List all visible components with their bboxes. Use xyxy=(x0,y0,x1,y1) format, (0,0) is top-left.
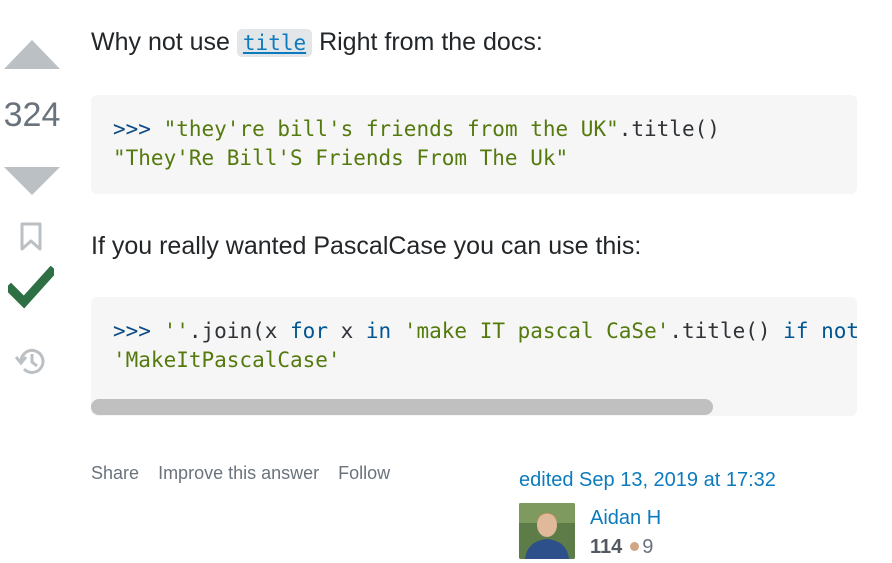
title-doc-link[interactable]: title xyxy=(236,29,313,57)
answer-paragraph-1: Why not use title Right from the docs: xyxy=(91,28,543,57)
paragraph-text: Right from the docs: xyxy=(312,28,543,56)
code-line: >>> ''.join(x for x in 'make IT pascal C… xyxy=(113,319,857,343)
code-text: .title() xyxy=(618,117,720,141)
code-block-title: >>> "they're bill's friends from the UK"… xyxy=(91,95,857,194)
user-name-link[interactable]: Aidan H xyxy=(590,507,661,530)
code-output-line: "They'Re Bill'S Friends From The Uk" xyxy=(113,146,569,170)
history-icon[interactable] xyxy=(13,343,49,379)
edited-timestamp-link[interactable]: edited Sep 13, 2019 at 17:32 xyxy=(519,469,776,492)
code-keyword: for xyxy=(290,319,328,343)
bookmark-icon[interactable] xyxy=(19,222,43,252)
code-string: 'make IT pascal CaSe' xyxy=(403,319,670,343)
avatar[interactable] xyxy=(519,503,575,559)
paragraph-text: Why not use xyxy=(91,28,237,56)
code-keyword: in xyxy=(365,319,392,343)
downvote-button[interactable] xyxy=(4,167,60,195)
vote-count: 324 xyxy=(3,96,61,134)
follow-link[interactable]: Follow xyxy=(338,463,390,483)
bronze-badge-icon xyxy=(630,542,640,552)
code-block-pascalcase: >>> ''.join(x for x in 'make IT pascal C… xyxy=(91,297,857,416)
code-string: '' xyxy=(163,319,189,343)
answer-paragraph-2: If you really wanted PascalCase you can … xyxy=(91,232,642,260)
user-avatar-image xyxy=(519,503,575,559)
user-reputation: 114 9 xyxy=(590,536,653,559)
upvote-button[interactable] xyxy=(4,40,60,69)
bronze-badge-count: 9 xyxy=(642,536,654,558)
code-text: .join(x xyxy=(188,319,291,343)
code-keyword: not xyxy=(821,319,857,343)
reputation-score: 114 xyxy=(590,536,623,558)
accepted-check-icon xyxy=(8,266,54,309)
horizontal-scrollbar[interactable] xyxy=(91,399,713,415)
code-text: x xyxy=(327,319,366,343)
code-string: "they're bill's friends from the UK" xyxy=(163,117,619,141)
code-keyword: if xyxy=(783,319,809,343)
share-link[interactable]: Share xyxy=(91,463,139,483)
code-output-line: 'MakeItPascalCase' xyxy=(113,348,341,372)
code-text: .title() xyxy=(669,319,784,343)
python-prompt: >>> xyxy=(113,117,164,141)
post-actions: Share Improve this answer Follow xyxy=(91,463,404,484)
code-line: >>> "they're bill's friends from the UK"… xyxy=(113,117,720,141)
python-prompt: >>> xyxy=(113,319,164,343)
improve-answer-link[interactable]: Improve this answer xyxy=(158,463,319,483)
